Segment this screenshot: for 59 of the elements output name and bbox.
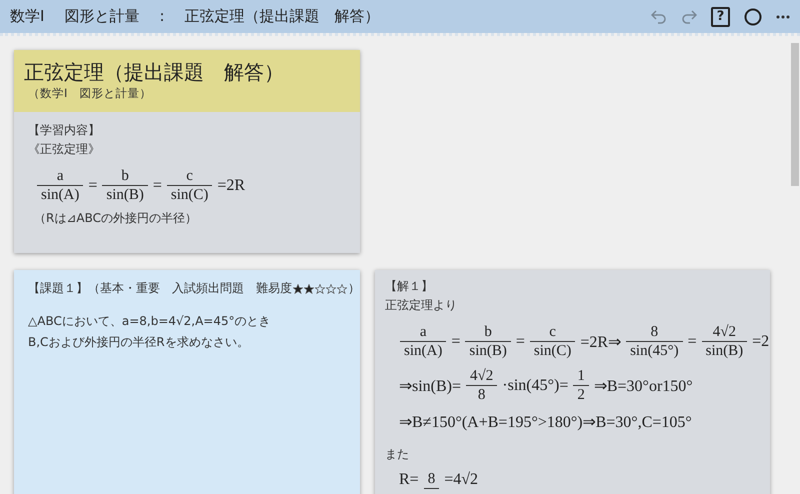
denominator: sin(C) <box>532 342 572 360</box>
denominator: 2 <box>576 386 586 404</box>
section-label: 【学習内容】 <box>28 122 101 139</box>
solution-text: また <box>385 446 410 463</box>
numerator: b <box>465 324 511 342</box>
help-button[interactable]: ? <box>711 6 730 26</box>
denominator: sin(45°) <box>629 342 680 360</box>
numerator: c <box>166 168 212 186</box>
breadcrumb-text: : <box>159 7 164 26</box>
task-heading-end: ） <box>348 280 360 297</box>
filled-star-icon <box>293 284 303 294</box>
card-title: 正弦定理（提出課題 解答） <box>24 60 285 84</box>
denominator: 8 <box>476 386 486 404</box>
math-text: = <box>87 177 98 195</box>
numerator: 4√2 <box>466 368 498 386</box>
theorem-label: 《正弦定理》 <box>28 141 101 158</box>
math-text: =2R <box>216 177 246 195</box>
numerator: a <box>400 324 446 342</box>
denominator: sin(A) <box>403 342 444 360</box>
numerator: 8 <box>626 324 683 342</box>
breadcrumb-text: 数学Ⅰ <box>10 7 44 26</box>
circle-icon[interactable] <box>744 8 762 26</box>
task-heading: 【課題１】（基本・重要 入試頻出問題 難易度 <box>28 280 292 297</box>
formula-note: （Rは⊿ABCの外接円の半径） <box>33 210 198 227</box>
math-text: = <box>450 333 462 351</box>
denominator: sin(B) <box>105 186 145 204</box>
math-text: ⇒sin(B)= <box>398 377 462 396</box>
card-subtitle: （数学Ⅰ 図形と計量） <box>27 86 152 101</box>
math-text: = <box>152 177 163 195</box>
math-text: =2 <box>751 333 770 351</box>
breadcrumb-text: 図形と計量 <box>64 7 140 26</box>
math-text: = <box>686 333 698 351</box>
denominator: sin(B) <box>468 342 508 360</box>
math-text: =2R⇒ <box>579 333 622 352</box>
math-text: ⇒B=30°or150° <box>592 377 694 396</box>
denominator: sin(A) <box>40 186 80 204</box>
numerator: 4√2 <box>702 324 748 342</box>
numerator: b <box>102 168 148 186</box>
task-text: △ABCにおいて、a=8,b=4√2,A=45°のとき <box>28 313 272 330</box>
math-text: =4√2 <box>443 471 480 489</box>
filled-star-icon <box>304 284 314 294</box>
math-text: ⇒B≠150°(A+B=195°>180°)⇒B=30°,C=105° <box>398 413 693 432</box>
empty-star-icon <box>326 284 336 294</box>
solution-heading: 【解１】 <box>385 278 434 295</box>
numerator: 1 <box>573 368 589 386</box>
numerator: a <box>37 168 84 186</box>
scrollbar-thumb[interactable] <box>791 43 799 186</box>
math-text: = <box>514 333 526 351</box>
denominator: sin(C) <box>170 186 210 204</box>
math-text: R= <box>398 471 420 489</box>
denominator: sin(B) <box>704 342 744 360</box>
more-icon[interactable] <box>776 14 790 18</box>
breadcrumb-text: 正弦定理（提出課題 解答） <box>184 7 380 26</box>
numerator: c <box>530 324 576 342</box>
numerator: 8 <box>424 471 440 489</box>
math-text: ·sin(45°)= <box>501 377 570 395</box>
solution-text: 正弦定理より <box>385 297 458 314</box>
empty-star-icon <box>337 284 347 294</box>
task-text: B,Cおよび外接円の半径Rを求めなさい。 <box>28 334 250 351</box>
